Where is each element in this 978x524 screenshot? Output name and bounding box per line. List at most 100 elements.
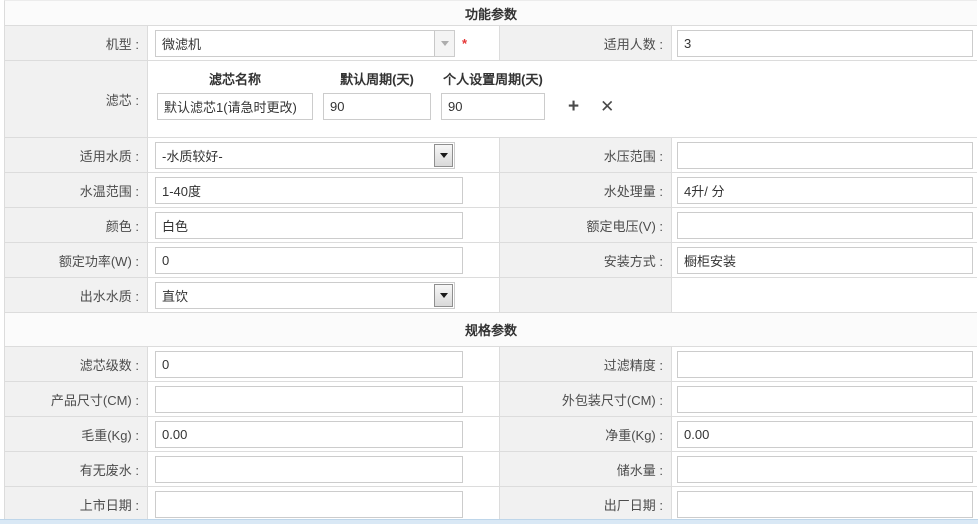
out-quality-label: 出水水质 :	[5, 278, 148, 312]
launch-date-input[interactable]	[155, 491, 463, 518]
color-value-cell	[148, 208, 500, 242]
empty-label-cell	[500, 278, 672, 312]
water-volume-value-cell	[672, 173, 977, 207]
row-color-voltage: 颜色 : 额定电压(V) :	[5, 208, 977, 243]
filter-editor: 滤芯名称 默认周期(天) 个人设置周期(天) + ✕	[148, 61, 977, 137]
water-pressure-value-cell	[672, 138, 977, 172]
people-label: 适用人数 :	[500, 26, 672, 60]
net-weight-value-cell	[672, 417, 977, 451]
product-size-value-cell	[148, 382, 500, 416]
section-title: 规格参数	[465, 320, 517, 339]
row-power-install: 额定功率(W) : 安装方式 :	[5, 243, 977, 278]
model-value-cell: 微滤机 *	[148, 26, 500, 60]
section-header-function-params: 功能参数	[5, 1, 977, 26]
waste-water-input[interactable]	[155, 456, 463, 483]
install-input[interactable]	[677, 247, 973, 274]
water-pressure-label: 水压范围 :	[500, 138, 672, 172]
model-select[interactable]: 微滤机	[155, 30, 455, 57]
people-value-cell	[672, 26, 977, 60]
filter-name-input[interactable]	[157, 93, 313, 120]
section-title: 功能参数	[465, 4, 517, 23]
out-quality-value-cell: 直饮	[148, 278, 500, 312]
water-temp-input[interactable]	[155, 177, 463, 204]
package-size-label: 外包装尺寸(CM) :	[500, 382, 672, 416]
row-waste-storage: 有无废水 : 储水量 :	[5, 452, 977, 487]
filter-editor-headers: 滤芯名称 默认周期(天) 个人设置周期(天)	[157, 69, 977, 88]
precision-label: 过滤精度 :	[500, 347, 672, 381]
water-quality-select[interactable]: -水质较好-	[155, 142, 455, 169]
chevron-down-icon[interactable]	[434, 284, 453, 307]
launch-date-label: 上市日期 :	[5, 487, 148, 521]
water-pressure-input[interactable]	[677, 142, 973, 169]
model-select-value: 微滤机	[162, 34, 201, 53]
waste-water-label: 有无废水 :	[5, 452, 148, 486]
precision-input[interactable]	[677, 351, 973, 378]
install-value-cell	[672, 243, 977, 277]
waste-water-value-cell	[148, 452, 500, 486]
water-quality-label: 适用水质 :	[5, 138, 148, 172]
install-label: 安装方式 :	[500, 243, 672, 277]
chevron-down-icon[interactable]	[434, 31, 454, 56]
default-cycle-input[interactable]	[323, 93, 431, 120]
required-asterisk: *	[462, 36, 467, 51]
row-temp-volume: 水温范围 : 水处理量 :	[5, 173, 977, 208]
people-input[interactable]	[677, 30, 973, 57]
next-section-top-strip	[0, 519, 978, 524]
gross-weight-label: 毛重(Kg) :	[5, 417, 148, 451]
package-size-input[interactable]	[677, 386, 973, 413]
voltage-value-cell	[672, 208, 977, 242]
chevron-down-icon[interactable]	[434, 144, 453, 167]
row-quality-pressure: 适用水质 : -水质较好- 水压范围 :	[5, 138, 977, 173]
product-parameters-form: 功能参数 机型 : 微滤机 * 适用人数 : 滤芯 : 滤芯名称	[0, 0, 978, 524]
filter-name-header: 滤芯名称	[157, 69, 313, 88]
remove-filter-icon[interactable]: ✕	[600, 98, 614, 115]
net-weight-input[interactable]	[677, 421, 973, 448]
filter-label: 滤芯 :	[5, 61, 148, 137]
personal-cycle-input[interactable]	[441, 93, 545, 120]
out-quality-select[interactable]: 直饮	[155, 282, 455, 309]
row-stages-precision: 滤芯级数 : 过滤精度 :	[5, 347, 977, 382]
water-quality-value-cell: -水质较好-	[148, 138, 500, 172]
storage-label: 储水量 :	[500, 452, 672, 486]
section-header-spec-params: 规格参数	[5, 313, 977, 347]
voltage-label: 额定电压(V) :	[500, 208, 672, 242]
product-size-label: 产品尺寸(CM) :	[5, 382, 148, 416]
water-quality-select-value: -水质较好-	[162, 146, 223, 165]
filter-stages-label: 滤芯级数 :	[5, 347, 148, 381]
filter-editor-row: + ✕	[157, 93, 977, 120]
add-filter-icon[interactable]: +	[568, 97, 579, 116]
default-cycle-header: 默认周期(天)	[323, 69, 431, 88]
row-out-quality: 出水水质 : 直饮	[5, 278, 977, 313]
product-size-input[interactable]	[155, 386, 463, 413]
color-input[interactable]	[155, 212, 463, 239]
net-weight-label: 净重(Kg) :	[500, 417, 672, 451]
water-temp-label: 水温范围 :	[5, 173, 148, 207]
row-weights: 毛重(Kg) : 净重(Kg) :	[5, 417, 977, 452]
water-temp-value-cell	[148, 173, 500, 207]
power-label: 额定功率(W) :	[5, 243, 148, 277]
filter-stages-value-cell	[148, 347, 500, 381]
voltage-input[interactable]	[677, 212, 973, 239]
factory-date-value-cell	[672, 487, 977, 521]
row-product-package-size: 产品尺寸(CM) : 外包装尺寸(CM) :	[5, 382, 977, 417]
package-size-value-cell	[672, 382, 977, 416]
storage-input[interactable]	[677, 456, 973, 483]
model-label: 机型 :	[5, 26, 148, 60]
power-value-cell	[148, 243, 500, 277]
factory-date-input[interactable]	[677, 491, 973, 518]
personal-cycle-header: 个人设置周期(天)	[441, 69, 545, 88]
parameters-table: 功能参数 机型 : 微滤机 * 适用人数 : 滤芯 : 滤芯名称	[4, 0, 977, 522]
gross-weight-value-cell	[148, 417, 500, 451]
filter-stages-input[interactable]	[155, 351, 463, 378]
launch-date-value-cell	[148, 487, 500, 521]
water-volume-input[interactable]	[677, 177, 973, 204]
power-input[interactable]	[155, 247, 463, 274]
color-label: 颜色 :	[5, 208, 148, 242]
row-filter-cartridge: 滤芯 : 滤芯名称 默认周期(天) 个人设置周期(天) + ✕	[5, 61, 977, 138]
factory-date-label: 出厂日期 :	[500, 487, 672, 521]
out-quality-select-value: 直饮	[162, 286, 188, 305]
row-model-people: 机型 : 微滤机 * 适用人数 :	[5, 26, 977, 61]
row-dates: 上市日期 : 出厂日期 :	[5, 487, 977, 522]
precision-value-cell	[672, 347, 977, 381]
gross-weight-input[interactable]	[155, 421, 463, 448]
